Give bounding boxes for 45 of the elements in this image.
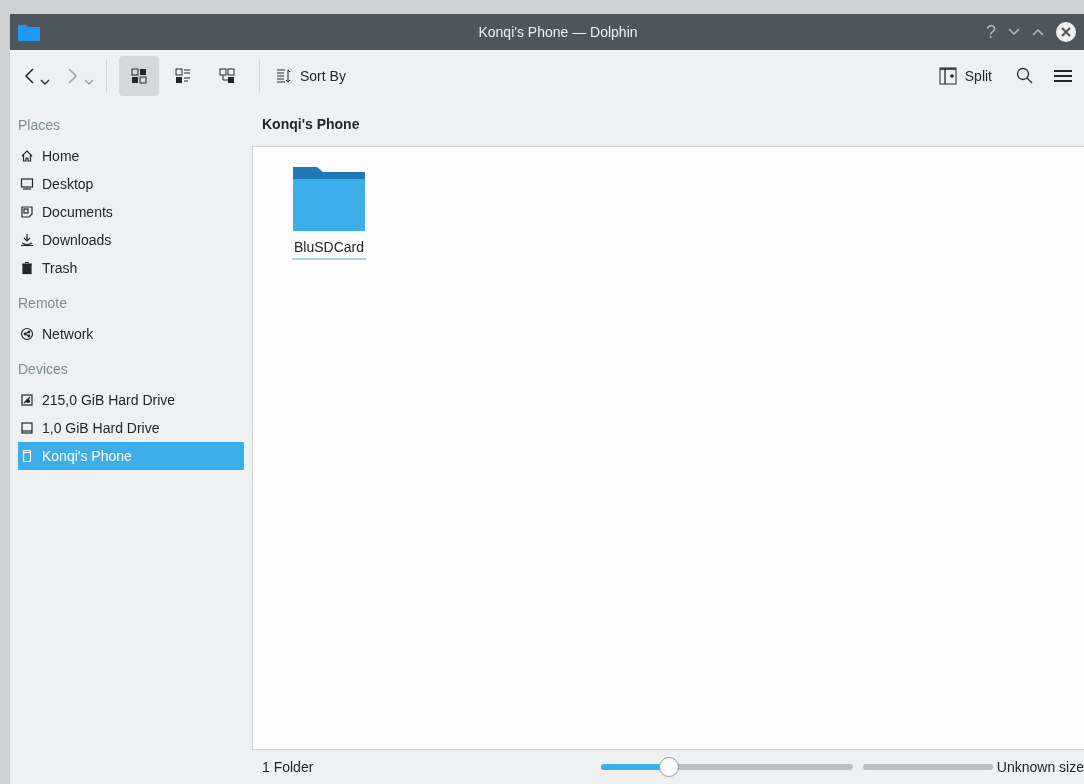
location-breadcrumb[interactable]: Konqi's Phone (262, 113, 360, 135)
help-button[interactable]: ? (986, 23, 996, 41)
section-heading: Devices (18, 360, 69, 379)
split-button[interactable]: Split (934, 65, 996, 87)
home-icon (20, 149, 34, 163)
minimize-icon[interactable] (1008, 28, 1020, 36)
close-icon[interactable] (1056, 22, 1076, 42)
phone-icon (20, 449, 34, 463)
sidebar-item[interactable]: Documents (18, 198, 244, 226)
split-view-icon (938, 67, 957, 85)
sort-by-button[interactable]: Sort By (272, 65, 350, 87)
network-icon (20, 327, 34, 341)
folder-item[interactable]: BluSDCard (281, 165, 377, 260)
file-name: BluSDCard (292, 237, 366, 260)
disk-space-text: Unknown size (996, 757, 1084, 777)
status-text: 1 Folder (262, 757, 314, 777)
trash-icon (20, 261, 34, 275)
menu-icon[interactable] (1054, 68, 1072, 84)
hard-drive-icon (20, 393, 34, 407)
caret-icon[interactable] (40, 78, 50, 86)
folder-icon (18, 23, 40, 41)
sidebar-item[interactable]: Network (18, 320, 244, 348)
document-icon (20, 205, 34, 219)
sort-icon (276, 68, 292, 84)
section-heading: Remote (18, 294, 69, 313)
tree-view-icon (219, 68, 235, 84)
download-icon (20, 233, 34, 247)
sidebar-item[interactable]: Desktop (18, 170, 244, 198)
list-view-icon (175, 68, 191, 84)
sidebar-item[interactable]: 1,0 GiB Hard Drive (18, 414, 244, 442)
slider-handle[interactable] (658, 757, 679, 777)
section-heading: Places (18, 116, 62, 135)
sidebar-item[interactable]: 215,0 GiB Hard Drive (18, 386, 244, 414)
grid-view-icon (131, 68, 147, 84)
sidebar-item[interactable]: Home (18, 142, 244, 170)
hard-drive-icon (20, 421, 34, 435)
sidebar-item[interactable]: Downloads (18, 226, 244, 254)
search-icon[interactable] (1016, 67, 1034, 85)
folder-icon (291, 165, 367, 233)
sidebar-item[interactable]: Trash (18, 254, 244, 282)
monitor-icon (20, 177, 34, 191)
window-title: Konqi's Phone — Dolphin (478, 22, 638, 42)
zoom-slider[interactable] (600, 756, 853, 778)
view-mode-button[interactable] (119, 56, 159, 96)
maximize-icon[interactable] (1032, 28, 1044, 36)
